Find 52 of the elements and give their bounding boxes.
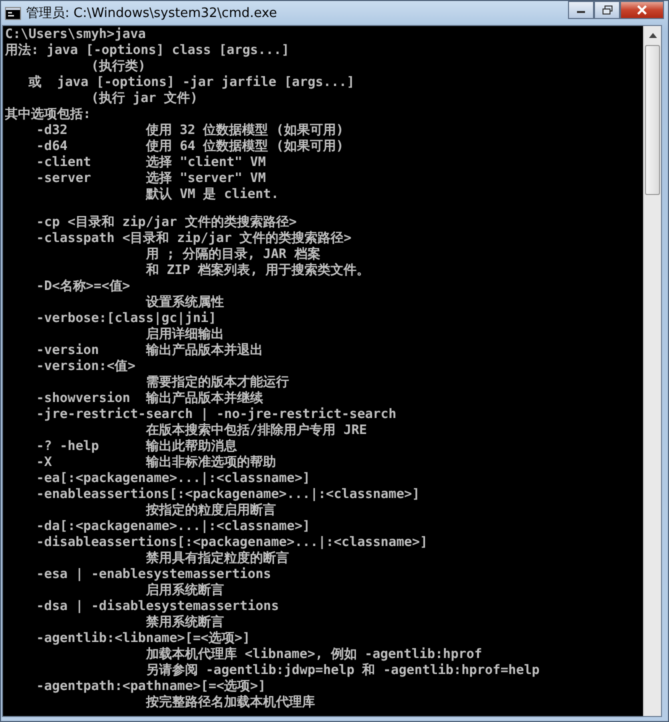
console-line: 需要指定的版本才能运行: [144, 375, 290, 390]
console-line: -D<名称>=<值>: [35, 279, 132, 295]
console-line: -agentpath:<pathname>[=<选项>]: [35, 679, 267, 694]
console-line: -enableassertions[:<packagename>...|:<classname>]: [35, 487, 421, 502]
console-line: -d64 使用 64 位数据模型 (如果可用): [35, 139, 345, 155]
console-line: -ea[:<packagename>...|:<classname>]: [35, 471, 312, 487]
console-line: -client 选择 "client" VM: [35, 155, 267, 171]
console-line: -da[:<packagename>...|:<classname>]: [35, 519, 312, 535]
console-line: -esa | -enablesystemassertions: [35, 567, 272, 582]
scroll-up-icon[interactable]: [648, 32, 656, 38]
console-line: -dsa | -disablesystemassertions: [35, 599, 280, 614]
close-button[interactable]: [620, 1, 664, 19]
console-line: 另请参阅 -agentlib:jdwp=help 和 -agentlib:hprof=help: [144, 663, 541, 679]
console-line: 加载本机代理库 <libname>, 例如 -agentlib:hprof: [144, 647, 484, 663]
console-line: 禁用系统断言: [144, 615, 225, 631]
console-line: 禁用具有指定粒度的断言: [144, 551, 290, 567]
console-line: -version 输出产品版本并退出: [35, 343, 264, 359]
console-line: -version:<值>: [35, 359, 136, 375]
close-icon: [636, 5, 648, 15]
console-line: -X 输出非标准选项的帮助: [35, 455, 277, 471]
console-icon: [5, 6, 21, 20]
console-line: 启用详细输出: [144, 327, 225, 342]
console-line: 默认 VM 是 client.: [144, 187, 280, 203]
console-line: 用法: java [-options] class [args...]: [5, 43, 290, 59]
console-line: 在版本搜索中包括/排除用户专用 JRE: [144, 423, 368, 439]
console-line: -d32 使用 32 位数据模型 (如果可用): [35, 123, 345, 139]
console-line: -jre-restrict-search | -no-jre-restrict-search: [35, 407, 398, 422]
console-line: 按完整路径名加载本机代理库: [144, 695, 316, 711]
console-line: -server 选择 "server" VM: [35, 171, 267, 187]
restore-button[interactable]: [594, 1, 620, 19]
console-line: -cp <目录和 zip/jar 文件的类搜索路径>: [35, 215, 298, 230]
console-line: 或 java [-options] -jar jarfile [args...]: [27, 75, 356, 90]
console-line: -showversion 输出产品版本并继续: [35, 391, 264, 407]
scroll-thumb[interactable]: [645, 45, 660, 195]
console-line: -agentlib:<libname>[=<选项>]: [35, 631, 252, 646]
window-title: 管理员: C:\Windows\system32\cmd.exe: [26, 5, 277, 22]
minimize-button[interactable]: [568, 1, 594, 19]
scrollbar[interactable]: [643, 26, 661, 716]
console-line: 按指定的粒度启用断言: [144, 503, 277, 519]
console-line: 用 ; 分隔的目录, JAR 档案: [144, 247, 322, 262]
console-line: 其中选项包括:: [5, 107, 92, 123]
console-line: C:\Users\smyh>java: [5, 27, 147, 43]
console-line: (执行 jar 文件): [90, 91, 199, 107]
console-line: 启用系统断言: [144, 583, 225, 599]
console-line: 设置系统属性: [144, 295, 225, 311]
console-line: -classpath <目录和 zip/jar 文件的类搜索路径>: [35, 231, 352, 246]
console-line: -verbose:[class|gc|jni]: [35, 311, 218, 326]
console-line: (执行类): [90, 59, 147, 75]
console-line: -disableassertions[:<packagename>...|:<classname>]: [35, 535, 429, 550]
console-line: 和 ZIP 档案列表, 用于搜索类文件。: [144, 263, 371, 279]
restore-icon: [602, 5, 612, 15]
console-line: -? -help 输出此帮助消息: [35, 439, 238, 455]
